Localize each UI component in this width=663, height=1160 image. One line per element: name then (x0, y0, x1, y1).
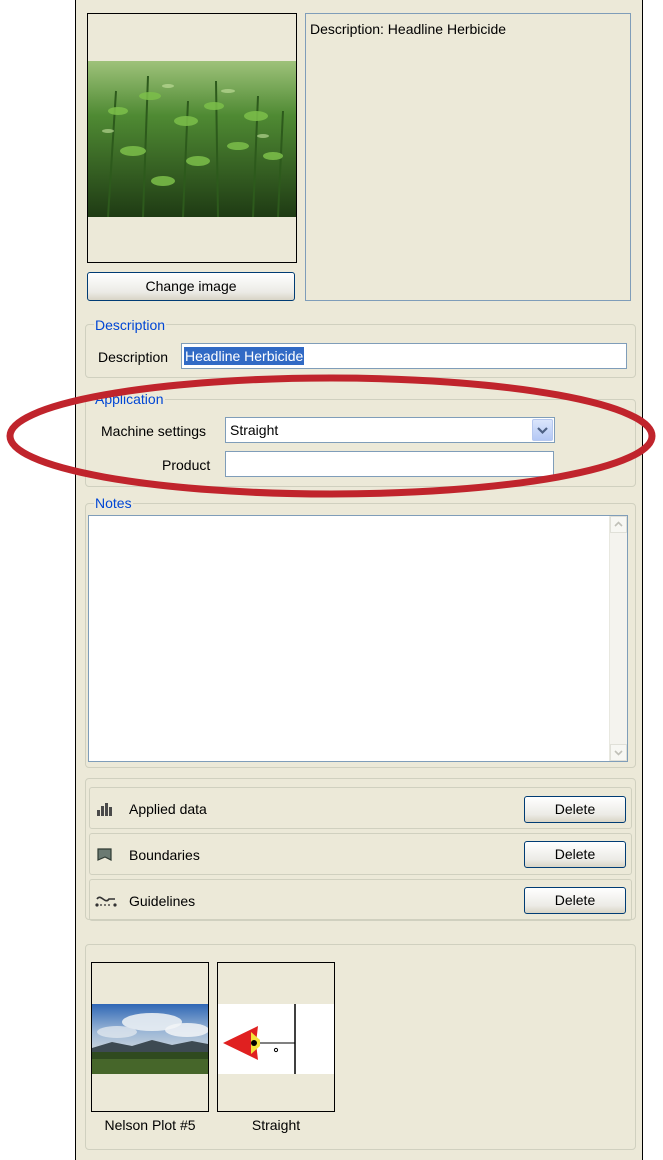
notes-group-legend: Notes (94, 495, 133, 511)
delete-applied-data-button[interactable]: Delete (524, 796, 626, 823)
change-image-button[interactable]: Change image (87, 272, 295, 301)
properties-panel: Description: Headline Herbicide Change i… (75, 0, 643, 1160)
description-group-legend: Description (94, 317, 167, 333)
description-preview-text: Description: Headline Herbicide (310, 21, 507, 37)
row-guidelines: Guidelines Delete (89, 879, 632, 921)
product-label: Product (162, 457, 211, 473)
product-input[interactable] (225, 451, 554, 477)
plant-photo (88, 61, 296, 217)
thumbnail-nelson-plot-caption: Nelson Plot #5 (104, 1117, 196, 1133)
thumbnail-straight-caption: Straight (251, 1117, 301, 1133)
description-input[interactable]: Headline Herbicide (181, 343, 627, 369)
machine-settings-select[interactable]: Straight (225, 417, 555, 443)
description-preview: Description: Headline Herbicide (305, 13, 631, 301)
notes-textarea[interactable] (88, 515, 628, 762)
description-field-label: Description (98, 349, 169, 365)
row-boundaries: Boundaries Delete (89, 833, 632, 875)
notes-scrollbar[interactable] (609, 516, 627, 761)
machine-settings-label: Machine settings (101, 423, 207, 439)
delete-boundaries-button[interactable]: Delete (524, 841, 626, 868)
image-frame (87, 13, 297, 263)
row-guidelines-label: Guidelines (129, 893, 196, 909)
thumbnail-nelson-plot[interactable] (91, 962, 209, 1112)
row-applied-data: Applied data Delete (89, 787, 632, 829)
row-applied-data-label: Applied data (129, 801, 207, 817)
chevron-down-icon[interactable] (532, 419, 553, 441)
delete-guidelines-button[interactable]: Delete (524, 887, 626, 914)
application-group-legend: Application (94, 391, 165, 407)
thumbnail-straight[interactable] (217, 962, 335, 1112)
boundary-icon (97, 848, 112, 861)
scroll-up-button[interactable] (610, 516, 627, 533)
row-boundaries-label: Boundaries (129, 847, 200, 863)
guideline-icon (95, 896, 117, 907)
scroll-down-button[interactable] (610, 744, 627, 761)
bar-chart-icon (97, 803, 112, 816)
straight-guidance-diagram (218, 1004, 334, 1074)
machine-settings-value: Straight (230, 422, 279, 438)
description-input-value: Headline Herbicide (184, 347, 305, 365)
field-landscape-photo (92, 1004, 208, 1074)
